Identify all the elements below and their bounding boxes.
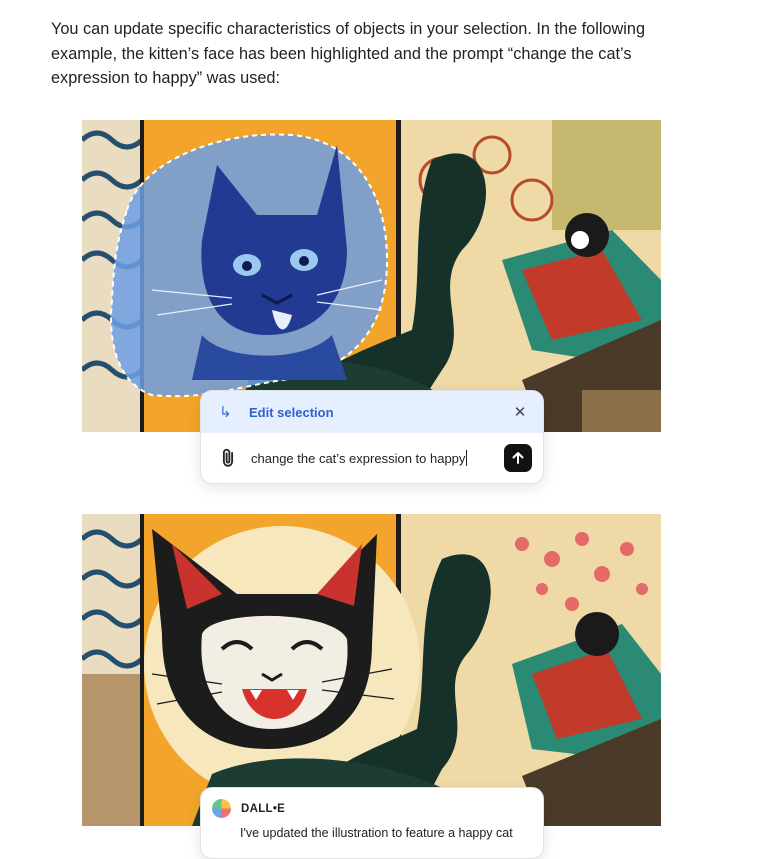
cat-illustration-before xyxy=(82,120,661,432)
prompt-row: change the cat’s expression to happy xyxy=(201,433,543,483)
intro-paragraph: You can update specific characteristics … xyxy=(51,17,691,91)
cat-illustration-after xyxy=(82,514,661,826)
dalle-reply-card: DALL•E I've updated the illustration to … xyxy=(200,787,544,859)
dalle-name: DALL•E xyxy=(241,802,286,815)
edit-selection-header: ↳ Edit selection ✕ xyxy=(201,391,543,433)
edit-selection-title: Edit selection xyxy=(249,404,334,420)
dalle-avatar-icon xyxy=(212,799,231,818)
close-icon[interactable]: ✕ xyxy=(511,403,529,421)
intro-line-2: example, the kitten’s face has been high… xyxy=(51,44,632,63)
arrow-turn-icon: ↳ xyxy=(219,404,232,421)
intro-line-3: expression to happy” was used: xyxy=(51,69,280,87)
intro-line-1: You can update specific characteristics … xyxy=(51,20,645,38)
edit-selection-panel: ↳ Edit selection ✕ change the cat’s expr… xyxy=(200,390,544,484)
arrow-up-icon xyxy=(512,452,524,464)
paperclip-icon[interactable] xyxy=(217,447,239,469)
dalle-header: DALL•E xyxy=(201,788,543,818)
text-caret xyxy=(466,450,468,466)
prompt-input[interactable]: change the cat’s expression to happy xyxy=(251,450,504,466)
send-button[interactable] xyxy=(504,444,532,472)
dalle-message: I've updated the illustration to feature… xyxy=(240,826,513,840)
prompt-value: change the cat’s expression to happy xyxy=(251,451,466,466)
